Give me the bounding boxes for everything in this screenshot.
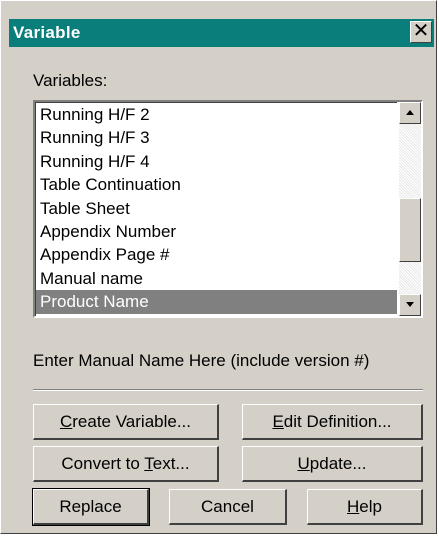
help-button[interactable]: Help bbox=[307, 489, 423, 525]
scroll-up-arrow-icon bbox=[406, 110, 414, 115]
list-item[interactable]: Running H/F 2 bbox=[36, 103, 397, 126]
list-item[interactable]: Table Sheet bbox=[36, 197, 397, 220]
variables-list[interactable]: Running H/F 2 Running H/F 3 Running H/F 4T… bbox=[35, 102, 397, 316]
convert-to-text-mnemonic: T bbox=[144, 454, 153, 473]
list-item[interactable]: Manual name bbox=[36, 267, 397, 290]
dialog-title: Variable bbox=[13, 23, 81, 42]
scroll-up-button[interactable] bbox=[399, 102, 421, 124]
scroll-down-button[interactable] bbox=[399, 294, 421, 316]
help-mnemonic: H bbox=[347, 497, 360, 516]
variables-listbox[interactable]: Running H/F 2 Running H/F 3 Running H/F 4T… bbox=[33, 100, 423, 318]
edit-definition-button[interactable]: Edit Definition... bbox=[242, 404, 423, 440]
cancel-button[interactable]: Cancel bbox=[169, 489, 287, 525]
list-item[interactable]: Appendix Number bbox=[36, 220, 397, 243]
update-button[interactable]: Update... bbox=[242, 446, 423, 482]
list-item[interactable]: Product Name bbox=[36, 290, 397, 314]
variable-dialog: Variable ✕ Variables: Running H/F 2 Runni… bbox=[0, 0, 437, 534]
vertical-scrollbar[interactable] bbox=[399, 102, 421, 316]
create-variable-label: reate Variable... bbox=[72, 412, 192, 431]
create-variable-mnemonic: C bbox=[59, 412, 73, 431]
create-variable-button[interactable]: Create Variable... bbox=[33, 404, 219, 440]
separator bbox=[33, 389, 423, 391]
list-item[interactable]: Running H/F 3 bbox=[36, 126, 397, 149]
edit-definition-mnemonic: E bbox=[272, 412, 284, 431]
list-item[interactable]: Running H/F 4 bbox=[36, 150, 397, 173]
list-item[interactable]: Table Continuation bbox=[36, 173, 397, 196]
scroll-thumb[interactable] bbox=[399, 198, 421, 263]
help-label: elp bbox=[359, 497, 382, 516]
variables-label: Variables: bbox=[33, 71, 108, 90]
edit-definition-label: dit Definition... bbox=[283, 412, 392, 431]
variable-description: Enter Manual Name Here (include version … bbox=[33, 351, 370, 370]
replace-button[interactable]: Replace bbox=[32, 488, 150, 526]
update-mnemonic: U bbox=[297, 454, 310, 473]
title-bar[interactable]: Variable ✕ bbox=[9, 19, 434, 47]
close-button[interactable]: ✕ bbox=[410, 21, 432, 43]
close-icon: ✕ bbox=[412, 20, 430, 42]
convert-to-text-button[interactable]: Convert to Text... bbox=[33, 446, 219, 482]
update-label: pdate... bbox=[309, 454, 367, 473]
scroll-down-arrow-icon bbox=[406, 302, 414, 307]
convert-to-text-label: ext... bbox=[152, 454, 190, 473]
convert-to-text-prefix: Convert to bbox=[61, 454, 145, 473]
list-item[interactable]: Appendix Page # bbox=[36, 243, 397, 266]
